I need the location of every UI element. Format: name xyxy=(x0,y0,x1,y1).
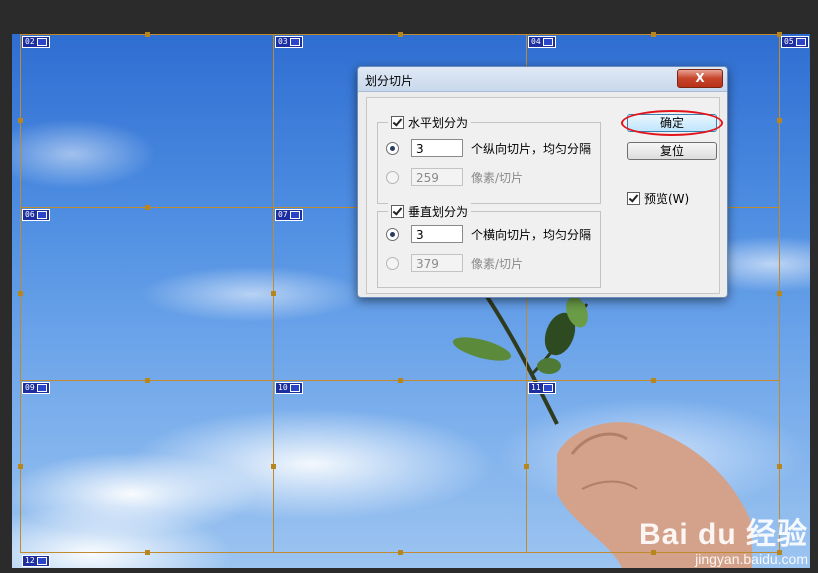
horizontal-pixel-radio[interactable] xyxy=(386,170,399,184)
watermark-url: jingyan.baidu.com xyxy=(695,551,808,567)
slice-tag[interactable]: 03 xyxy=(275,36,303,48)
vertical-count-input[interactable]: 3 xyxy=(411,225,463,243)
slice-image-icon xyxy=(289,37,300,46)
vertical-divide-checkbox[interactable] xyxy=(391,205,404,218)
vertical-divide-group: 垂直划分为 3 个横向切片，均匀分隔 379 像素/切片 xyxy=(377,203,601,288)
slice-tag[interactable]: 09 xyxy=(22,382,50,394)
vertical-count-label: 个横向切片，均匀分隔 xyxy=(471,227,592,242)
vertical-count-radio[interactable] xyxy=(386,227,399,241)
horizontal-divide-label: 水平划分为 xyxy=(408,116,469,130)
slice-image-icon xyxy=(289,383,300,392)
horizontal-pixel-label: 像素/切片 xyxy=(471,170,524,185)
slice-image-icon xyxy=(36,210,47,219)
close-icon: X xyxy=(695,71,705,85)
reset-button-label: 复位 xyxy=(659,144,684,158)
slice-number: 11 xyxy=(531,383,541,392)
slice-number: 07 xyxy=(278,210,288,219)
slice-tag[interactable]: 02 xyxy=(22,36,50,48)
slice-number: 09 xyxy=(25,383,35,392)
slice-tag[interactable]: 11 xyxy=(528,382,556,394)
horizontal-divide-checkbox[interactable] xyxy=(391,116,404,129)
horizontal-pixel-input[interactable]: 259 xyxy=(411,168,463,186)
vertical-pixel-label: 像素/切片 xyxy=(471,256,524,271)
horizontal-count-row: 3 个纵向切片，均匀分隔 xyxy=(386,139,591,157)
slice-tag[interactable]: 06 xyxy=(22,209,50,221)
slice-number: 04 xyxy=(531,37,541,46)
slice-image-icon xyxy=(36,556,47,565)
reset-button[interactable]: 复位 xyxy=(627,142,717,160)
slice-image-icon xyxy=(542,37,553,46)
horizontal-count-input[interactable]: 3 xyxy=(411,139,463,157)
slice-image-icon xyxy=(542,383,553,392)
vertical-pixel-row: 379 像素/切片 xyxy=(386,254,523,272)
vertical-divide-label: 垂直划分为 xyxy=(408,205,469,219)
horizontal-pixel-row: 259 像素/切片 xyxy=(386,168,523,186)
horizontal-count-label: 个纵向切片，均匀分隔 xyxy=(471,141,592,156)
slice-number: 03 xyxy=(278,37,288,46)
slice-tag[interactable]: 04 xyxy=(528,36,556,48)
horizontal-divide-checkbox-row[interactable]: 水平划分为 xyxy=(388,114,472,131)
slice-image-icon xyxy=(795,37,806,46)
vertical-pixel-radio[interactable] xyxy=(386,256,399,270)
slice-image-icon xyxy=(36,383,47,392)
divide-slice-dialog: 划分切片 X 水平划分为 3 个纵向切片，均匀分隔 259 像素/切片 垂直划分… xyxy=(357,66,728,298)
ok-button[interactable]: 确定 xyxy=(621,110,723,136)
slice-image-icon xyxy=(289,210,300,219)
slice-tag[interactable]: 07 xyxy=(275,209,303,221)
slice-tag[interactable]: 12 xyxy=(22,555,50,567)
ok-button-label: 确定 xyxy=(659,116,684,130)
vertical-divide-checkbox-row[interactable]: 垂直划分为 xyxy=(388,203,472,220)
slice-number: 12 xyxy=(25,556,35,565)
baidu-watermark: Bai du 经验 jingyan.baidu.com xyxy=(639,509,808,567)
slice-tag[interactable]: 05 xyxy=(781,36,809,48)
dialog-title: 划分切片 xyxy=(365,74,414,88)
vertical-count-row: 3 个横向切片，均匀分隔 xyxy=(386,225,591,243)
preview-label: 预览(W) xyxy=(644,192,690,206)
dialog-titlebar[interactable]: 划分切片 X xyxy=(358,67,727,92)
vertical-pixel-input[interactable]: 379 xyxy=(411,254,463,272)
preview-checkbox-row[interactable]: 预览(W) xyxy=(627,190,689,207)
slice-number: 05 xyxy=(784,37,794,46)
horizontal-count-radio[interactable] xyxy=(386,141,399,155)
watermark-brand: Bai du 经验 xyxy=(638,518,808,551)
slice-number: 02 xyxy=(25,37,35,46)
slice-tag[interactable]: 10 xyxy=(275,382,303,394)
slice-image-icon xyxy=(36,37,47,46)
dialog-body: 水平划分为 3 个纵向切片，均匀分隔 259 像素/切片 垂直划分为 3 个横向… xyxy=(366,97,723,294)
slice-number: 10 xyxy=(278,383,288,392)
close-button[interactable]: X xyxy=(677,69,723,88)
horizontal-divide-group: 水平划分为 3 个纵向切片，均匀分隔 259 像素/切片 xyxy=(377,114,601,204)
preview-checkbox[interactable] xyxy=(627,192,640,205)
slice-number: 06 xyxy=(25,210,35,219)
